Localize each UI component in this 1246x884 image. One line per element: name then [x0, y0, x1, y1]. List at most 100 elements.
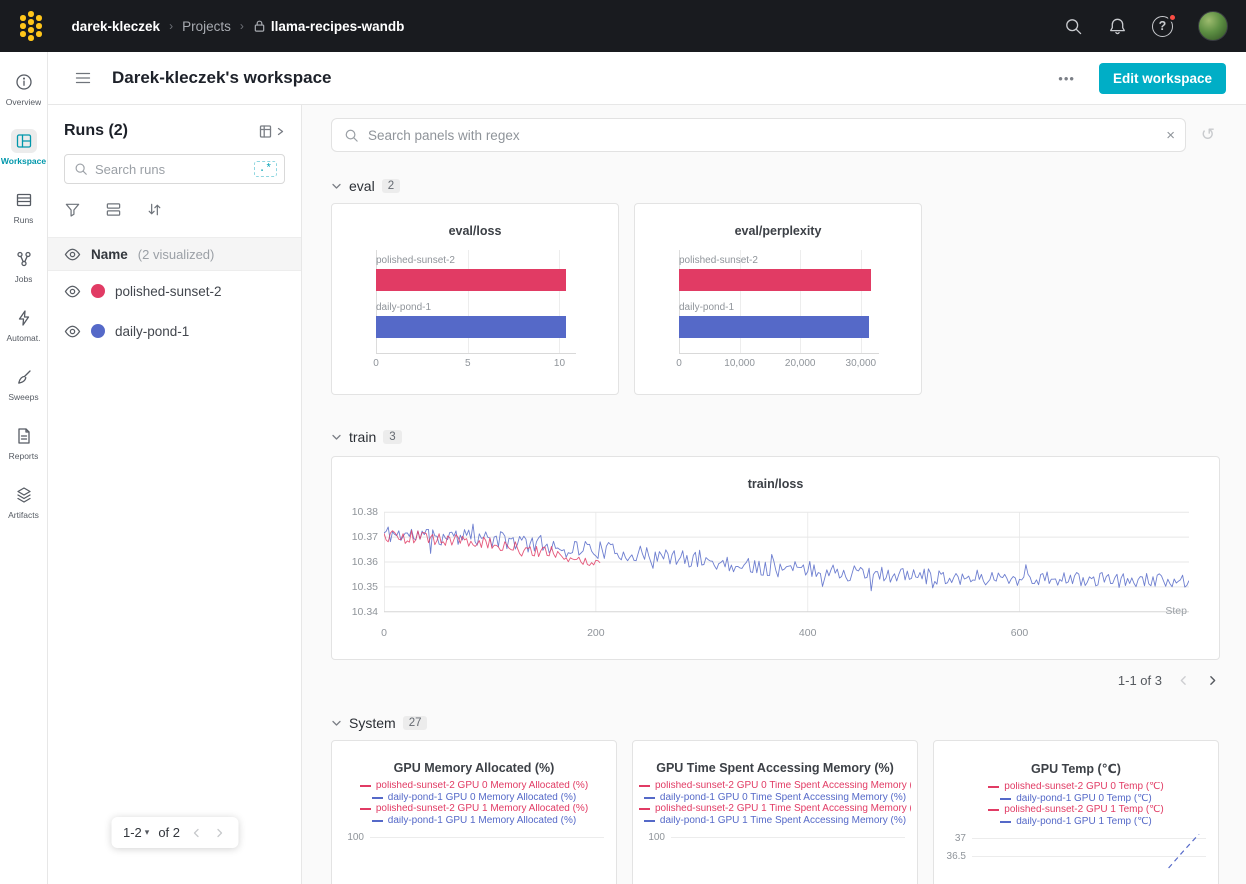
section-name: eval: [349, 178, 375, 194]
visibility-all-icon[interactable]: [64, 246, 81, 263]
panel-title: GPU Time Spent Accessing Memory (%): [633, 761, 917, 775]
panel-eval-perplexity[interactable]: eval/perplexity polished-sunset-2daily-p…: [634, 203, 922, 395]
sidebar-item-label: Workspace: [1, 156, 46, 166]
regex-toggle-button[interactable]: .*: [254, 161, 277, 177]
edit-workspace-button[interactable]: Edit workspace: [1099, 63, 1226, 94]
history-icon[interactable]: ↺: [1196, 125, 1220, 145]
section-eval[interactable]: eval 2: [331, 178, 1220, 194]
y-tick-label: 100: [338, 832, 364, 843]
legend-item[interactable]: daily-pond-1 GPU 1 Memory Allocated (%): [372, 816, 576, 827]
sidebar-item-label: Runs: [14, 215, 34, 225]
panel-train-loss[interactable]: train/loss 10.3410.3510.3610.3710.38 020…: [331, 456, 1220, 660]
legend: polished-sunset-2 GPU 0 Time Spent Acces…: [633, 781, 917, 826]
search-panels-input[interactable]: [368, 128, 1157, 143]
run-color-dot: [91, 284, 105, 298]
legend-label: daily-pond-1 GPU 0 Temp (℃): [1016, 794, 1152, 805]
panel-gpu-temp[interactable]: GPU Temp (℃) polished-sunset-2 GPU 0 Tem…: [933, 740, 1219, 884]
workspace-title: Darek-kleczek's workspace: [112, 68, 332, 88]
bar-polished-sunset-2[interactable]: [679, 269, 871, 291]
sidebar-item-artifacts[interactable]: Artifacts: [0, 477, 48, 527]
chevron-down-icon: [331, 432, 342, 443]
panel-search-box: ×: [331, 118, 1186, 152]
clear-search-icon[interactable]: ×: [1166, 128, 1175, 143]
breadcrumb-projects[interactable]: Projects: [182, 19, 231, 34]
sidebar-item-workspace[interactable]: Workspace: [0, 123, 48, 173]
section-train[interactable]: train 3: [331, 429, 1220, 445]
sidebar-item-label: Jobs: [15, 274, 33, 284]
legend-label: polished-sunset-2 GPU 1 Memory Allocated…: [376, 804, 588, 815]
visibility-icon[interactable]: [64, 323, 81, 340]
name-column-header: Name: [91, 247, 128, 262]
filter-icon[interactable]: [64, 201, 81, 218]
legend-item[interactable]: polished-sunset-2 GPU 0 Temp (℃): [988, 782, 1163, 793]
expand-runs-table-icon[interactable]: [259, 124, 285, 139]
section-system[interactable]: System 27: [331, 715, 1220, 731]
user-avatar[interactable]: [1198, 11, 1228, 41]
legend-item[interactable]: polished-sunset-2 GPU 0 Time Spent Acces…: [639, 781, 911, 792]
group-icon[interactable]: [105, 201, 122, 218]
search-icon[interactable]: [1064, 17, 1083, 36]
gridline: [370, 837, 604, 838]
legend-item[interactable]: polished-sunset-2 GPU 1 Memory Allocated…: [360, 804, 588, 815]
y-tick-label: 10.36: [352, 556, 378, 568]
next-page-button[interactable]: [212, 826, 226, 840]
x-tick-label: 0: [676, 358, 682, 369]
legend-item[interactable]: polished-sunset-2 GPU 1 Time Spent Acces…: [639, 804, 911, 815]
legend-item[interactable]: daily-pond-1 GPU 0 Temp (℃): [1000, 794, 1152, 805]
legend-label: daily-pond-1 GPU 1 Memory Allocated (%): [388, 816, 576, 827]
bar-daily-pond-1[interactable]: [679, 316, 869, 338]
x-tick-label: 200: [587, 627, 605, 639]
x-axis-label: Step: [1165, 605, 1187, 617]
layers-icon: [11, 483, 37, 507]
chevron-down-icon: [331, 181, 342, 192]
rows-per-page-dropdown[interactable]: 1-2 ▾: [123, 825, 149, 840]
sidebar-item-jobs[interactable]: Jobs: [0, 241, 48, 291]
breadcrumb-project[interactable]: llama-recipes-wandb: [253, 19, 405, 34]
notification-dot: [1168, 13, 1177, 22]
sidebar-item-sweeps[interactable]: Sweeps: [0, 359, 48, 409]
sidebar-item-automations[interactable]: Automat.: [0, 300, 48, 350]
next-page-button[interactable]: [1205, 673, 1220, 688]
legend-item[interactable]: daily-pond-1 GPU 1 Temp (℃): [1000, 817, 1152, 828]
x-tick-label: 0: [373, 358, 379, 369]
workspace-icon: [11, 129, 37, 153]
sidebar-item-runs[interactable]: Runs: [0, 182, 48, 232]
legend-item[interactable]: polished-sunset-2 GPU 1 Temp (℃): [988, 805, 1163, 816]
legend-marker: [988, 809, 999, 811]
bar-daily-pond-1[interactable]: [376, 316, 566, 338]
legend-label: polished-sunset-2 GPU 1 Temp (℃): [1004, 805, 1163, 816]
help-icon[interactable]: ?: [1152, 16, 1173, 37]
train-section-pagination: 1-1 of 3: [331, 673, 1220, 688]
series-polished-sunset-2: [384, 531, 600, 566]
prev-page-button[interactable]: [189, 826, 203, 840]
run-row-polished-sunset-2[interactable]: polished-sunset-2: [48, 271, 301, 311]
section-name: System: [349, 715, 396, 731]
panel-gpu-memory-allocated[interactable]: GPU Memory Allocated (%) polished-sunset…: [331, 740, 617, 884]
menu-icon[interactable]: [74, 69, 92, 87]
visibility-icon[interactable]: [64, 283, 81, 300]
breadcrumb-user[interactable]: darek-kleczek: [72, 19, 161, 34]
overflow-menu-icon[interactable]: •••: [1058, 71, 1075, 86]
panel-title: GPU Memory Allocated (%): [332, 761, 616, 775]
sidebar-item-overview[interactable]: Overview: [0, 64, 48, 114]
run-row-daily-pond-1[interactable]: daily-pond-1: [48, 311, 301, 351]
left-sidebar: Overview Workspace Runs Jobs Automat. Sw…: [0, 52, 48, 884]
legend-item[interactable]: daily-pond-1 GPU 0 Memory Allocated (%): [372, 793, 576, 804]
prev-page-button[interactable]: [1176, 673, 1191, 688]
legend-marker: [372, 797, 383, 799]
legend-item[interactable]: daily-pond-1 GPU 0 Time Spent Accessing …: [644, 793, 906, 804]
bar-series-label: polished-sunset-2: [376, 255, 576, 266]
bell-icon[interactable]: [1108, 17, 1127, 36]
sort-icon[interactable]: [146, 201, 163, 218]
search-runs-input[interactable]: [95, 162, 247, 177]
sidebar-item-reports[interactable]: Reports: [0, 418, 48, 468]
wandb-logo[interactable]: [14, 7, 48, 45]
legend-item[interactable]: polished-sunset-2 GPU 0 Memory Allocated…: [360, 781, 588, 792]
legend-item[interactable]: daily-pond-1 GPU 1 Time Spent Accessing …: [644, 816, 906, 827]
logo-dots: [20, 15, 26, 37]
bar-polished-sunset-2[interactable]: [376, 269, 566, 291]
panel-gpu-time-accessing-memory[interactable]: GPU Time Spent Accessing Memory (%) poli…: [632, 740, 918, 884]
section-count-badge: 27: [403, 716, 428, 730]
top-navbar: darek-kleczek › Projects › llama-recipes…: [0, 0, 1246, 52]
panel-eval-loss[interactable]: eval/loss polished-sunset-2daily-pond-1 …: [331, 203, 619, 395]
